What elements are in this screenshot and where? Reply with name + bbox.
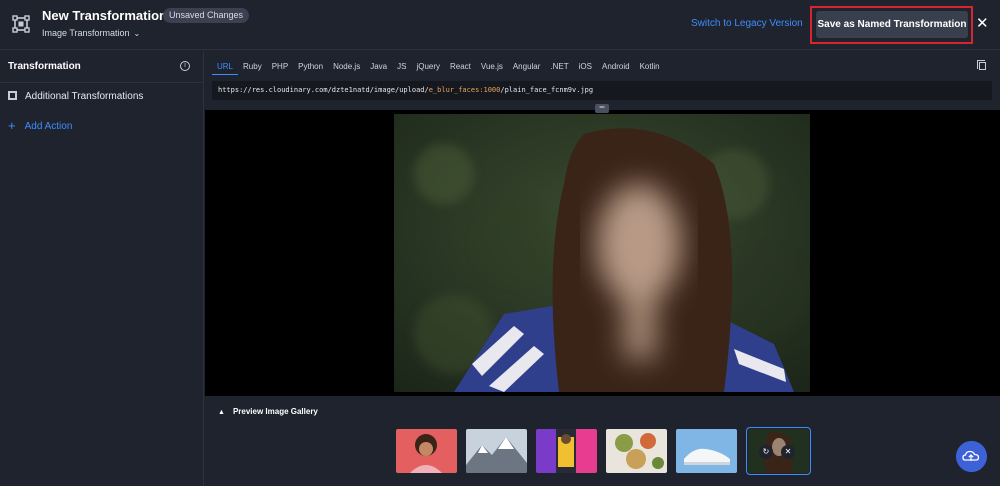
switch-legacy-link[interactable]: Switch to Legacy Version (691, 18, 803, 29)
square-icon (8, 91, 17, 100)
tab-ios[interactable]: iOS (574, 60, 597, 75)
url-param: e_blur_faces:1000 (428, 86, 501, 94)
thumbnail-snowy-mountains[interactable] (466, 429, 527, 473)
tab-angular[interactable]: Angular (508, 60, 546, 75)
code-language-tabs: URL Ruby PHP Python Node.js Java JS jQue… (212, 60, 665, 75)
tab-vuejs[interactable]: Vue.js (476, 60, 508, 75)
transformation-type-label: Image Transformation (42, 28, 130, 38)
sidebar: Transformation i Additional Transformati… (0, 51, 204, 486)
remove-thumbnail-icon[interactable]: ✕ (781, 445, 795, 459)
close-icon[interactable]: ✕ (976, 14, 989, 32)
tab-jquery[interactable]: jQuery (411, 60, 445, 75)
header-bar: New Transformation Unsaved Changes Image… (0, 0, 1000, 50)
tab-js[interactable]: JS (392, 60, 411, 75)
plus-icon: + (8, 118, 16, 133)
resize-handle-icon[interactable]: ═ (595, 104, 609, 113)
tab-android[interactable]: Android (597, 60, 635, 75)
chevron-down-icon: ⌄ (133, 29, 141, 38)
tab-react[interactable]: React (445, 60, 476, 75)
transformation-logo-icon (12, 15, 30, 33)
preview-image (394, 114, 810, 392)
sidebar-item-additional-transformations[interactable]: Additional Transformations (8, 91, 143, 102)
gallery-label: Preview Image Gallery (232, 407, 318, 416)
url-file: /plain_face_fcnm9v.jpg (500, 86, 594, 94)
sidebar-heading: Transformation (8, 61, 81, 72)
tab-nodejs[interactable]: Node.js (328, 60, 365, 75)
info-icon[interactable]: i (180, 61, 190, 71)
sidebar-header: Transformation i (0, 51, 204, 83)
transformation-type-dropdown[interactable]: Image Transformation ⌄ (42, 28, 140, 38)
thumbnail-woman-curly-hair[interactable] (396, 429, 457, 473)
rotate-icon[interactable]: ↻ (759, 445, 773, 459)
tab-url[interactable]: URL (212, 60, 239, 75)
thumbnail-blurred-face-woman[interactable] (746, 427, 811, 475)
url-text: https://res.cloudinary.com/dzte1natd/ima… (218, 86, 593, 94)
save-named-transformation-button[interactable]: Save as Named Transformation (816, 11, 968, 38)
thumbnail-white-sneaker[interactable] (676, 429, 737, 473)
preview-gallery-toggle[interactable]: ▲ Preview Image Gallery (218, 407, 318, 416)
tab-java[interactable]: Java (365, 60, 392, 75)
page-title: New Transformation (42, 8, 167, 23)
tab-ruby[interactable]: Ruby (238, 60, 267, 75)
thumbnail-food-plates[interactable] (606, 429, 667, 473)
chevron-up-icon: ▲ (218, 409, 225, 416)
add-action-button[interactable]: + Add Action (8, 118, 72, 133)
tab-php[interactable]: PHP (267, 60, 293, 75)
url-prefix: https://res.cloudinary.com/dzte1natd/ima… (218, 86, 429, 94)
tab-python[interactable]: Python (293, 60, 328, 75)
url-code-box[interactable]: https://res.cloudinary.com/dzte1natd/ima… (212, 81, 992, 100)
copy-icon[interactable] (977, 60, 986, 70)
add-action-label: Add Action (24, 121, 73, 132)
tab-dotnet[interactable]: .NET (545, 60, 573, 75)
thumbnail-colorful-fashion[interactable] (536, 429, 597, 473)
sidebar-item-label: Additional Transformations (25, 91, 144, 102)
unsaved-badge: Unsaved Changes (163, 8, 250, 23)
cloud-upload-icon[interactable] (956, 441, 987, 472)
tab-kotlin[interactable]: Kotlin (635, 60, 665, 75)
